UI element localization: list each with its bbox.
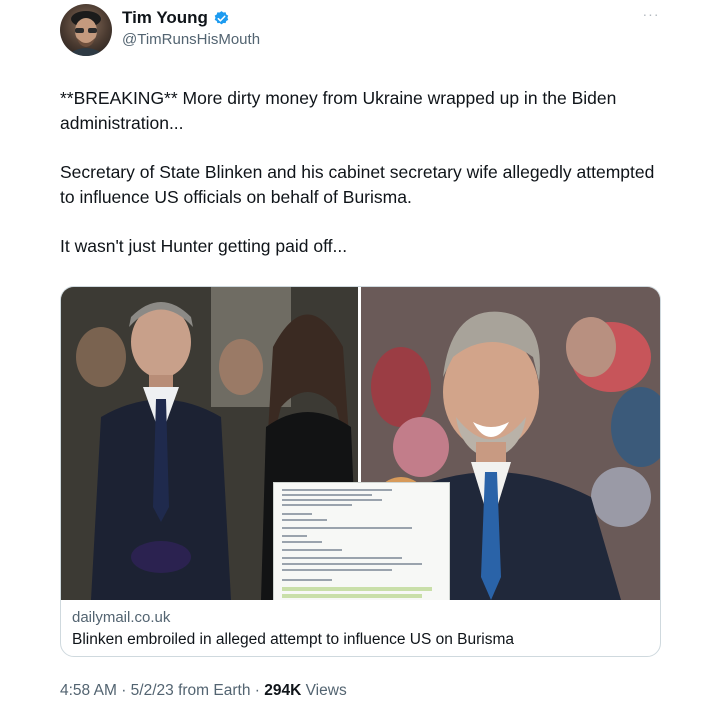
- views-label: Views: [305, 682, 347, 699]
- tweet-paragraph-3: It wasn't just Hunter getting paid off..…: [60, 236, 348, 256]
- tweet-date[interactable]: 5/2/23: [131, 682, 174, 699]
- verified-badge-icon: [214, 10, 229, 24]
- tweet-meta: 4:58 AM · 5/2/23 from Earth · 294K Views: [60, 682, 347, 700]
- card-image[interactable]: [61, 287, 660, 600]
- card-footer[interactable]: dailymail.co.uk Blinken embroiled in all…: [61, 600, 660, 651]
- display-name[interactable]: Tim Young: [122, 8, 208, 28]
- tweet-time[interactable]: 4:58 AM: [60, 682, 117, 699]
- author-block: Tim Young @TimRunsHisMouth: [122, 8, 260, 48]
- views-count[interactable]: 294K: [264, 682, 301, 699]
- card-domain: dailymail.co.uk: [72, 609, 171, 626]
- card-email-screenshot: [273, 482, 450, 600]
- card-title[interactable]: Blinken embroiled in alleged attempt to …: [72, 629, 649, 651]
- tweet-paragraph-1: **BREAKING** More dirty money from Ukrai…: [60, 88, 617, 133]
- tweet-paragraph-2: Secretary of State Blinken and his cabin…: [60, 162, 655, 207]
- handle[interactable]: @TimRunsHisMouth: [122, 31, 260, 48]
- meta-separator: ·: [121, 682, 127, 699]
- tweet-source: from Earth: [178, 682, 251, 699]
- avatar[interactable]: [60, 4, 112, 56]
- link-card[interactable]: dailymail.co.uk Blinken embroiled in all…: [60, 286, 661, 657]
- meta-separator: ·: [254, 682, 260, 699]
- more-options-icon[interactable]: ···: [640, 7, 662, 24]
- tweet-text: **BREAKING** More dirty money from Ukrai…: [60, 86, 660, 259]
